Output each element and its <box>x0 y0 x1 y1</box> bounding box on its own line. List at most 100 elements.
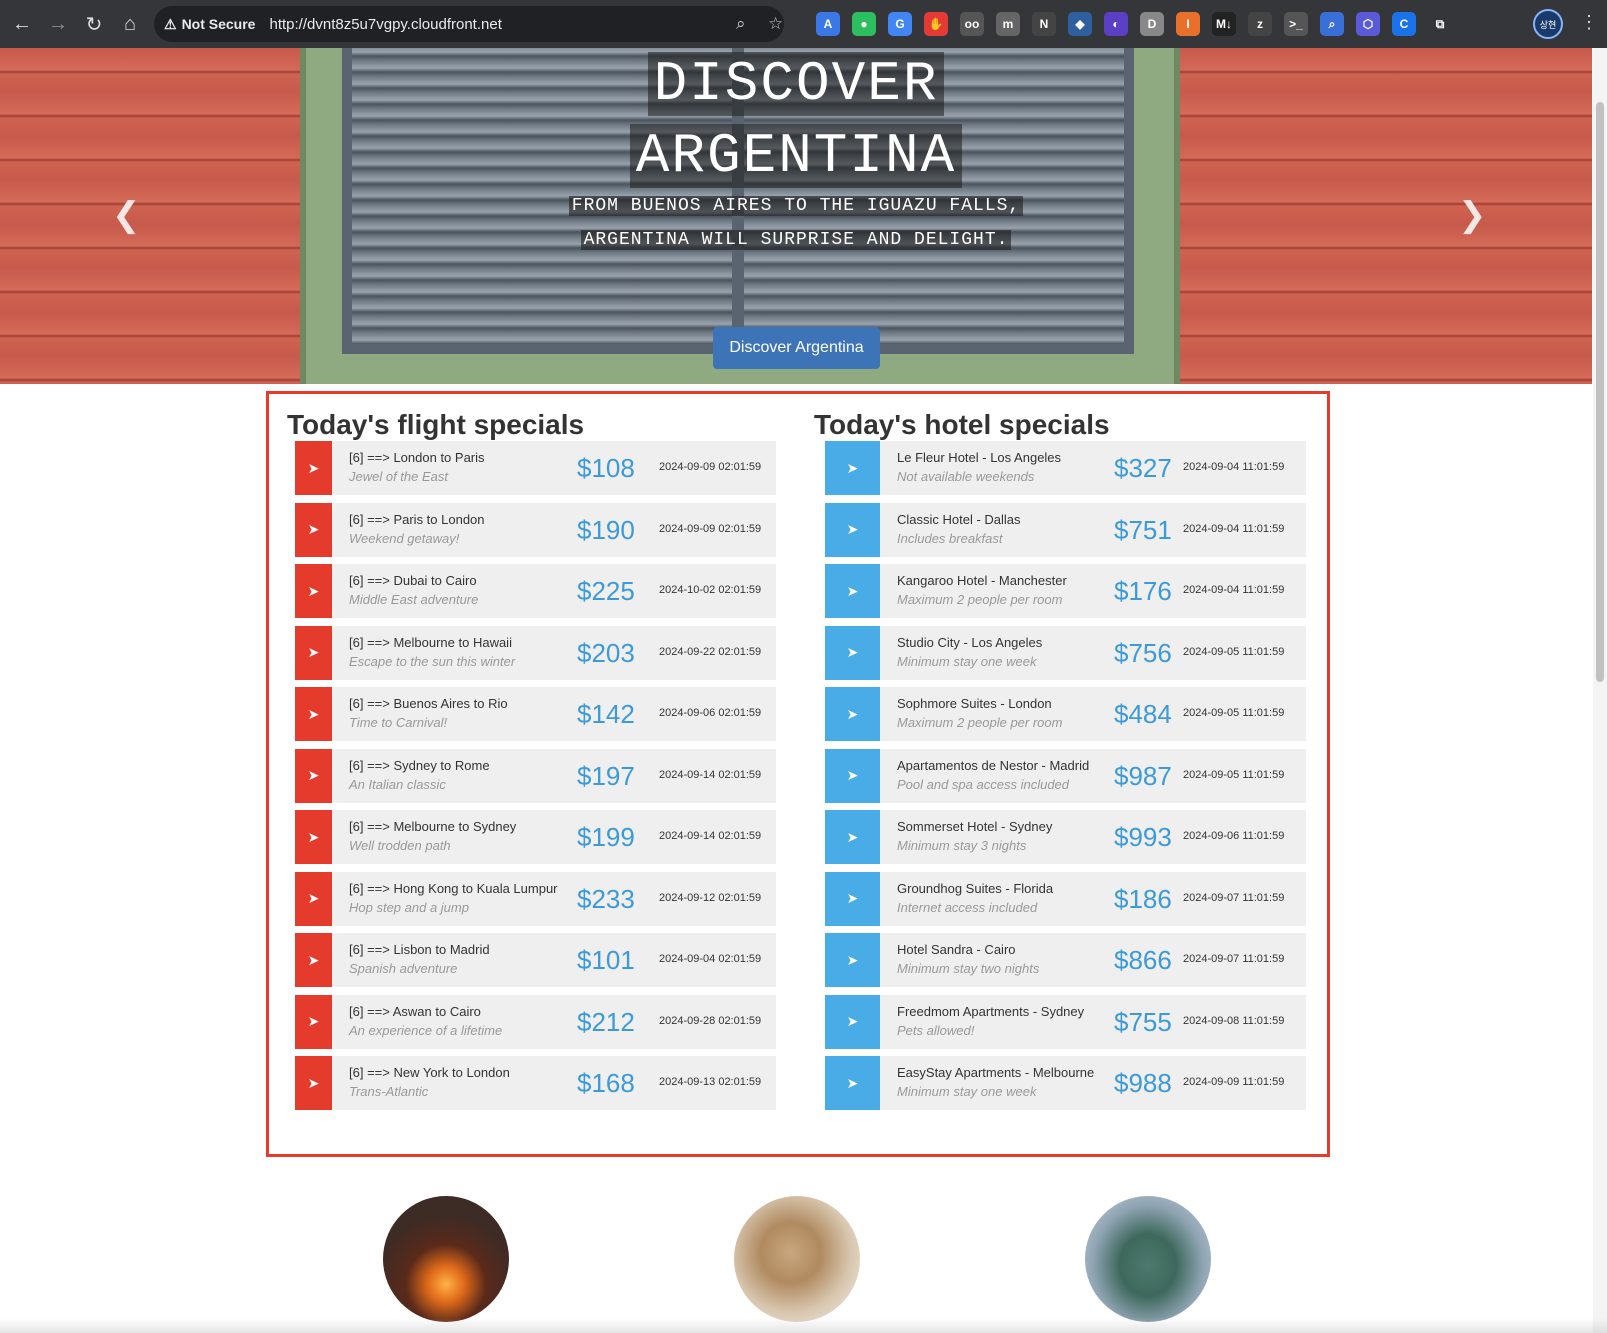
zotero-icon[interactable]: z <box>1248 12 1272 36</box>
flight-name[interactable]: [6] ==> Melbourne to Hawaii <box>349 635 512 650</box>
carousel-next-icon[interactable]: ❯ <box>1458 195 1487 235</box>
address-bar[interactable]: ⚠ Not Secure http://dvnt8z5u7vgpy.cloudf… <box>154 6 784 42</box>
hotel-special-item[interactable]: ➤ Sophmore Suites - London Maximum 2 peopl… <box>825 687 1306 741</box>
hotel-special-item[interactable]: ➤ Groundhog Suites - Florida Internet acce… <box>825 871 1306 926</box>
flight-name[interactable]: [6] ==> New York to London <box>349 1065 510 1080</box>
hotel-name[interactable]: Le Fleur Hotel - Los Angeles <box>897 450 1061 465</box>
flight-price: $108 <box>577 453 635 483</box>
hotel-special-item[interactable]: ➤ Sommerset Hotel - Sydney Minimum stay 3 … <box>825 810 1306 864</box>
paper-plane-icon: ➤ <box>825 564 880 618</box>
home-icon[interactable]: ⌂ <box>112 6 148 42</box>
hero-carousel: DISCOVER ARGENTINA FROM BUENOS AIRES TO … <box>0 48 1592 384</box>
hotel-special-item[interactable]: ➤ Classic Hotel - Dallas Includes breakfas… <box>825 502 1306 557</box>
orange-circle-icon[interactable]: I <box>1176 12 1200 36</box>
hotel-name[interactable]: Groundhog Suites - Florida <box>897 881 1053 896</box>
security-label: Not Secure <box>181 16 256 32</box>
flight-special-item[interactable]: ➤ [6] ==> Aswan to Cairo An experience of … <box>295 994 776 1049</box>
carousel-prev-icon[interactable]: ❮ <box>112 195 141 235</box>
zoom-icon[interactable]: ⌕ <box>736 14 746 34</box>
specials-section: Today's flight specials ➤ [6] ==> London … <box>266 391 1330 1157</box>
paper-plane-icon: ➤ <box>825 748 880 803</box>
hotel-special-item[interactable]: ➤ Kangaroo Hotel - Manchester Maximum 2 pe… <box>825 564 1306 618</box>
flight-date: 2024-09-13 02:01:59 <box>659 1076 762 1088</box>
flight-special-item[interactable]: ➤ [6] ==> Melbourne to Sydney Well trodden… <box>295 810 776 864</box>
flight-special-item[interactable]: ➤ [6] ==> Melbourne to Hawaii Escape to th… <box>295 625 776 680</box>
flight-name[interactable]: [6] ==> Dubai to Cairo <box>349 573 477 588</box>
paper-plane-icon: ➤ <box>295 994 332 1049</box>
hotel-special-item[interactable]: ➤ Le Fleur Hotel - Los Angeles Not availab… <box>825 441 1306 495</box>
hotel-name[interactable]: Sommerset Hotel - Sydney <box>897 819 1052 834</box>
paper-plane-icon: ➤ <box>825 994 880 1049</box>
hotel-special-item[interactable]: ➤ Freedmom Apartments - Sydney Pets allowe… <box>825 994 1306 1049</box>
evernote-icon[interactable]: ● <box>852 12 876 36</box>
hero-title-line2: ARGENTINA <box>0 124 1592 188</box>
hotel-name[interactable]: Apartamentos de Nestor - Madrid <box>897 758 1089 773</box>
hotel-price: $327 <box>1114 453 1172 483</box>
flight-name[interactable]: [6] ==> Aswan to Cairo <box>349 1004 481 1019</box>
flight-special-item[interactable]: ➤ [6] ==> Buenos Aires to Rio Time to Carn… <box>295 687 776 741</box>
flight-special-item[interactable]: ➤ [6] ==> Hong Kong to Kuala Lumpur Hop st… <box>295 871 776 926</box>
hand-stop-icon[interactable]: ✋ <box>924 12 948 36</box>
flight-special-item[interactable]: ➤ [6] ==> Dubai to Cairo Middle East adven… <box>295 564 776 618</box>
c-icon[interactable]: C <box>1392 12 1416 36</box>
hotel-name[interactable]: Sophmore Suites - London <box>897 696 1052 711</box>
destination-image-statue[interactable] <box>1085 1196 1211 1322</box>
cube-icon[interactable]: ◆ <box>1068 12 1092 36</box>
paper-plane-icon: ➤ <box>295 1056 332 1110</box>
flight-special-item[interactable]: ➤ [6] ==> Paris to London Weekend getaway!… <box>295 502 776 557</box>
discover-argentina-button[interactable]: Discover Argentina <box>713 327 880 369</box>
hotel-special-item[interactable]: ➤ Apartamentos de Nestor - Madrid Pool and… <box>825 748 1306 803</box>
reload-icon[interactable]: ↻ <box>76 6 112 42</box>
hotel-name[interactable]: Classic Hotel - Dallas <box>897 512 1021 527</box>
scrollbar-thumb[interactable] <box>1596 102 1604 682</box>
google-translate-icon[interactable]: G <box>888 12 912 36</box>
security-indicator[interactable]: ⚠ Not Secure <box>164 16 269 33</box>
forward-icon[interactable]: → <box>40 6 76 42</box>
glasses-icon[interactable]: oo <box>960 12 984 36</box>
hotel-special-item[interactable]: ➤ Hotel Sandra - Cairo Minimum stay two ni… <box>825 933 1306 987</box>
bookmark-star-icon[interactable]: ☆ <box>768 14 783 34</box>
hotel-name[interactable]: EasyStay Apartments - Melbourne <box>897 1065 1094 1080</box>
m-italic-icon[interactable]: m <box>996 12 1020 36</box>
flight-special-item[interactable]: ➤ [6] ==> Sydney to Rome An Italian classi… <box>295 748 776 803</box>
destination-image-lava[interactable] <box>383 1196 509 1322</box>
profile-avatar[interactable]: 상현 <box>1533 9 1563 39</box>
hotel-special-item[interactable]: ➤ EasyStay Apartments - Melbourne Minimum … <box>825 1056 1306 1110</box>
flight-description: Middle East adventure <box>349 592 479 607</box>
translate-a-icon[interactable]: A <box>816 12 840 36</box>
markdown-icon[interactable]: M↓ <box>1212 12 1236 36</box>
flight-special-item[interactable]: ➤ [6] ==> Lisbon to Madrid Spanish adventu… <box>295 933 776 987</box>
search-ext-icon[interactable]: ⌕ <box>1320 12 1344 36</box>
d-icon[interactable]: D <box>1140 12 1164 36</box>
flight-date: 2024-09-22 02:01:59 <box>659 645 762 658</box>
page-scrollbar[interactable] <box>1593 48 1607 1333</box>
hotel-date: 2024-09-07 11:01:59 <box>1183 891 1285 904</box>
flight-special-item[interactable]: ➤ [6] ==> New York to London Trans-Atlanti… <box>295 1056 776 1110</box>
flight-name[interactable]: [6] ==> Sydney to Rome <box>349 758 490 773</box>
flight-price: $190 <box>577 514 635 545</box>
hexagon-icon[interactable]: ⬡ <box>1356 12 1380 36</box>
url-text[interactable]: http://dvnt8z5u7vgpy.cloudfront.net <box>269 16 501 33</box>
back-icon[interactable]: ← <box>4 6 40 42</box>
flight-name[interactable]: [6] ==> Lisbon to Madrid <box>349 942 490 957</box>
hotel-name[interactable]: Freedmom Apartments - Sydney <box>897 1004 1084 1019</box>
flight-name[interactable]: [6] ==> London to Paris <box>349 450 485 465</box>
flight-date: 2024-09-09 02:01:59 <box>659 461 762 473</box>
menu-icon[interactable]: ⋮ <box>1580 12 1598 33</box>
hotel-special-item[interactable]: ➤ Studio City - Los Angeles Minimum stay o… <box>825 625 1306 680</box>
puzzle-icon[interactable]: ⧉ <box>1428 12 1452 36</box>
flight-date: 2024-09-28 02:01:59 <box>659 1014 762 1027</box>
flight-name[interactable]: [6] ==> Paris to London <box>349 512 485 527</box>
terminal-icon[interactable]: >_ <box>1284 12 1308 36</box>
hotel-name[interactable]: Kangaroo Hotel - Manchester <box>897 573 1067 588</box>
hotel-name[interactable]: Hotel Sandra - Cairo <box>897 942 1016 957</box>
obsidian-icon[interactable]: ◐ <box>1104 12 1128 36</box>
hotel-name[interactable]: Studio City - Los Angeles <box>897 635 1042 650</box>
notion-icon[interactable]: N <box>1032 12 1056 36</box>
flight-name[interactable]: [6] ==> Melbourne to Sydney <box>349 819 516 834</box>
destination-image-sphinx[interactable] <box>734 1196 860 1322</box>
flight-special-item[interactable]: ➤ [6] ==> London to Paris Jewel of the Eas… <box>295 441 776 495</box>
flight-date: 2024-09-06 02:01:59 <box>659 707 762 719</box>
flight-name[interactable]: [6] ==> Buenos Aires to Rio <box>349 696 508 711</box>
flight-name[interactable]: [6] ==> Hong Kong to Kuala Lumpur <box>349 881 558 896</box>
